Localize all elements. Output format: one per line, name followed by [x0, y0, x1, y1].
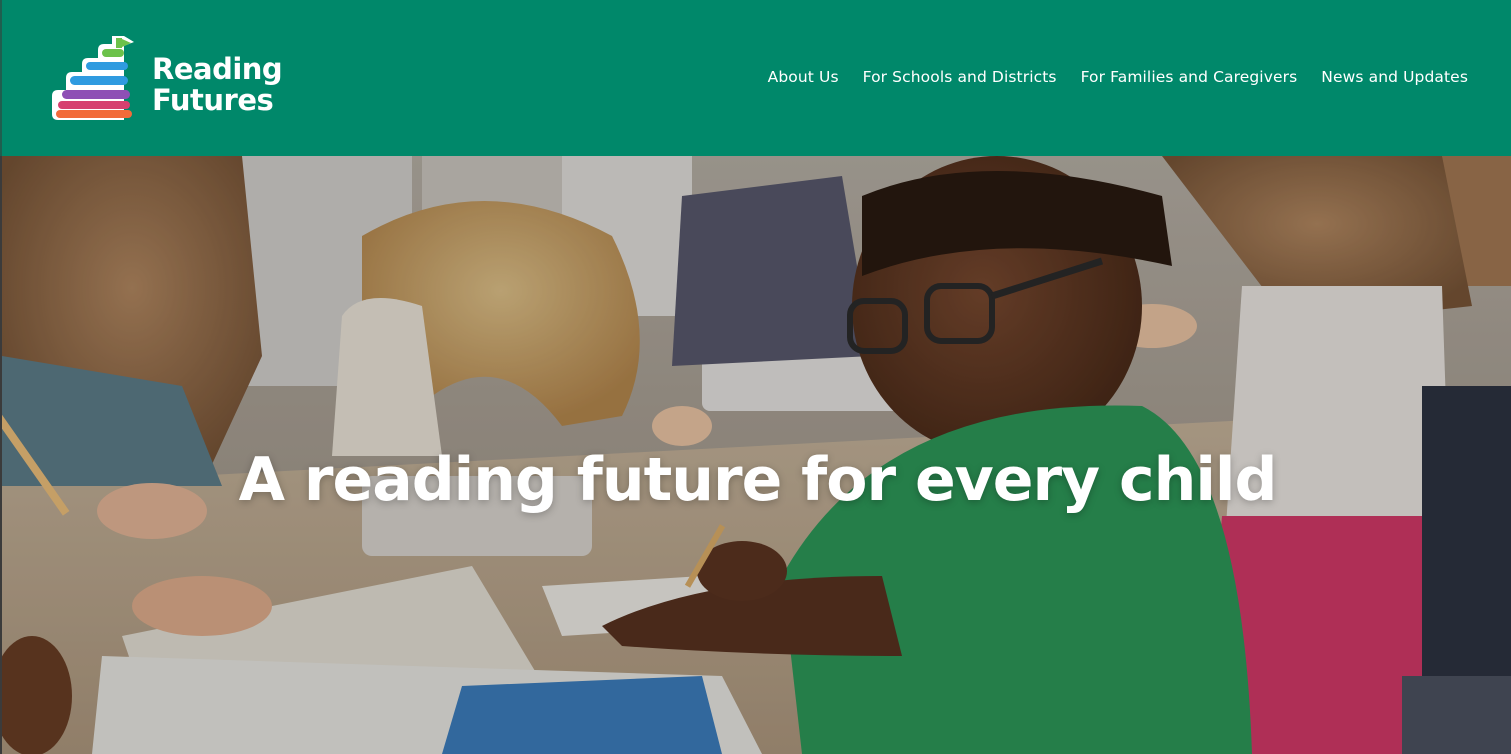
site-logo-link[interactable]: Reading Futures [52, 34, 302, 124]
stacked-books-logo-icon [52, 36, 134, 120]
logo-text-line2: Futures [152, 83, 274, 117]
hero-section: A reading future for every child [0, 156, 1511, 754]
site-header: Reading Futures About Us For Schools and… [0, 0, 1511, 156]
main-nav: About Us For Schools and Districts For F… [768, 66, 1468, 88]
nav-link-news-and-updates[interactable]: News and Updates [1321, 66, 1468, 88]
hero-title: A reading future for every child [238, 445, 1278, 515]
nav-link-for-families-and-caregivers[interactable]: For Families and Caregivers [1081, 66, 1298, 88]
logo-text-line1: Reading [152, 52, 283, 86]
nav-link-about-us[interactable]: About Us [768, 66, 839, 88]
nav-link-for-schools-and-districts[interactable]: For Schools and Districts [863, 66, 1057, 88]
logo-wordmark: Reading Futures [152, 52, 283, 117]
